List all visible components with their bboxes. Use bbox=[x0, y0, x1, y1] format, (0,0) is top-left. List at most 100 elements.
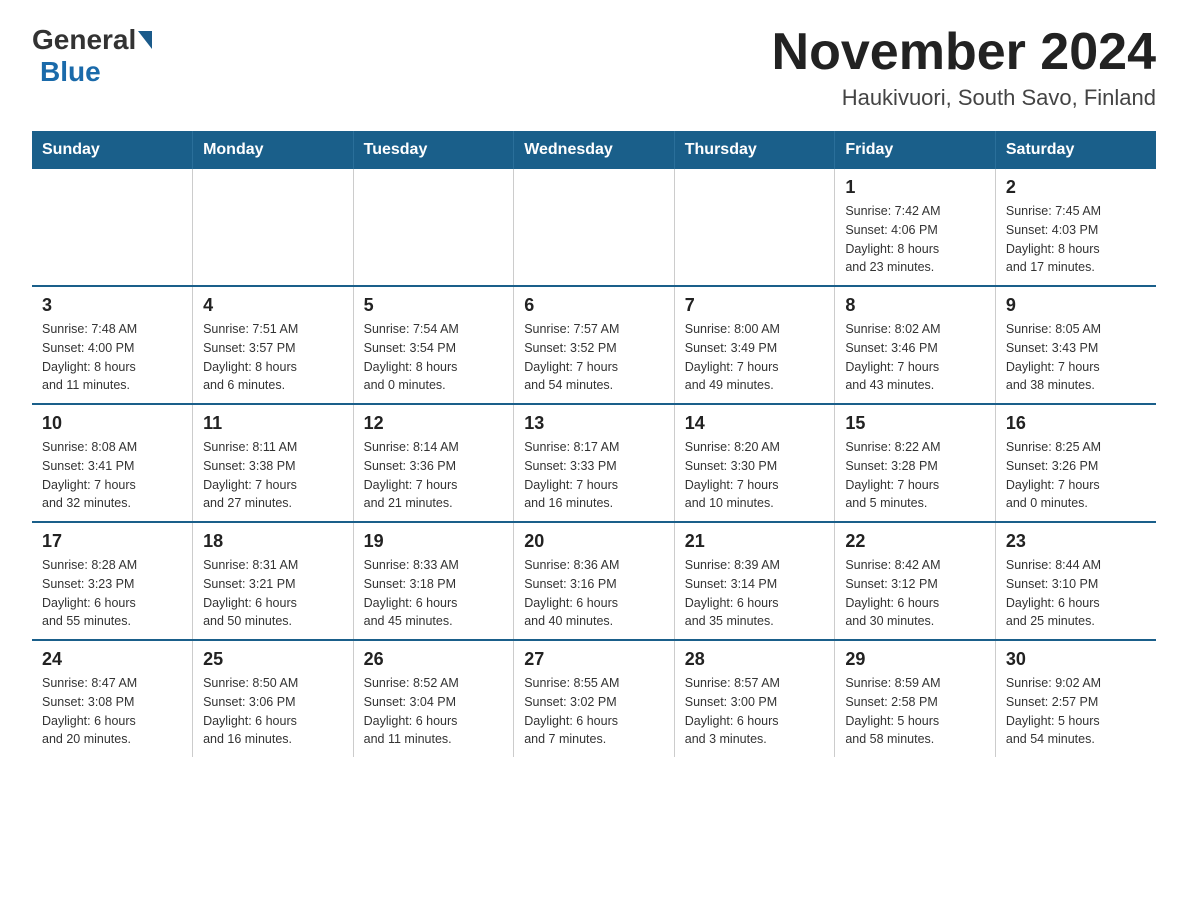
weekday-header-saturday: Saturday bbox=[995, 131, 1156, 169]
calendar-cell: 15 Sunrise: 8:22 AM Sunset: 3:28 PM Dayli… bbox=[835, 404, 996, 522]
calendar-cell: 13 Sunrise: 8:17 AM Sunset: 3:33 PM Dayli… bbox=[514, 404, 675, 522]
day-info: Sunrise: 8:11 AM Sunset: 3:38 PM Dayligh… bbox=[203, 438, 343, 513]
day-info: Sunrise: 8:22 AM Sunset: 3:28 PM Dayligh… bbox=[845, 438, 985, 513]
calendar-cell bbox=[32, 169, 193, 286]
calendar-table: SundayMondayTuesdayWednesdayThursdayFrid… bbox=[32, 131, 1156, 757]
week-row-3: 10 Sunrise: 8:08 AM Sunset: 3:41 PM Dayli… bbox=[32, 404, 1156, 522]
day-number: 25 bbox=[203, 649, 343, 670]
day-number: 9 bbox=[1006, 295, 1146, 316]
day-number: 14 bbox=[685, 413, 825, 434]
calendar-cell: 28 Sunrise: 8:57 AM Sunset: 3:00 PM Dayli… bbox=[674, 640, 835, 757]
day-info: Sunrise: 8:25 AM Sunset: 3:26 PM Dayligh… bbox=[1006, 438, 1146, 513]
title-area: November 2024 Haukivuori, South Savo, Fi… bbox=[772, 24, 1156, 111]
day-info: Sunrise: 7:45 AM Sunset: 4:03 PM Dayligh… bbox=[1006, 202, 1146, 277]
day-info: Sunrise: 8:42 AM Sunset: 3:12 PM Dayligh… bbox=[845, 556, 985, 631]
calendar-cell: 29Sunrise: 8:59 AM Sunset: 2:58 PM Dayli… bbox=[835, 640, 996, 757]
calendar-cell: 5 Sunrise: 7:54 AM Sunset: 3:54 PM Daylig… bbox=[353, 286, 514, 404]
calendar-cell: 10 Sunrise: 8:08 AM Sunset: 3:41 PM Dayli… bbox=[32, 404, 193, 522]
calendar-cell: 30 Sunrise: 9:02 AM Sunset: 2:57 PM Dayli… bbox=[995, 640, 1156, 757]
day-info: Sunrise: 8:33 AM Sunset: 3:18 PM Dayligh… bbox=[364, 556, 504, 631]
day-info: Sunrise: 8:36 AM Sunset: 3:16 PM Dayligh… bbox=[524, 556, 664, 631]
day-number: 11 bbox=[203, 413, 343, 434]
day-info: Sunrise: 8:05 AM Sunset: 3:43 PM Dayligh… bbox=[1006, 320, 1146, 395]
day-number: 21 bbox=[685, 531, 825, 552]
day-info: Sunrise: 9:02 AM Sunset: 2:57 PM Dayligh… bbox=[1006, 674, 1146, 749]
day-number: 13 bbox=[524, 413, 664, 434]
day-number: 1 bbox=[845, 177, 985, 198]
calendar-title: November 2024 bbox=[772, 24, 1156, 81]
week-row-4: 17 Sunrise: 8:28 AM Sunset: 3:23 PM Dayli… bbox=[32, 522, 1156, 640]
day-info: Sunrise: 8:00 AM Sunset: 3:49 PM Dayligh… bbox=[685, 320, 825, 395]
day-number: 28 bbox=[685, 649, 825, 670]
day-number: 15 bbox=[845, 413, 985, 434]
day-info: Sunrise: 8:20 AM Sunset: 3:30 PM Dayligh… bbox=[685, 438, 825, 513]
day-number: 7 bbox=[685, 295, 825, 316]
day-info: Sunrise: 8:57 AM Sunset: 3:00 PM Dayligh… bbox=[685, 674, 825, 749]
calendar-cell: 8Sunrise: 8:02 AM Sunset: 3:46 PM Daylig… bbox=[835, 286, 996, 404]
day-number: 23 bbox=[1006, 531, 1146, 552]
weekday-header-friday: Friday bbox=[835, 131, 996, 169]
calendar-cell: 4 Sunrise: 7:51 AM Sunset: 3:57 PM Daylig… bbox=[193, 286, 354, 404]
week-row-5: 24Sunrise: 8:47 AM Sunset: 3:08 PM Dayli… bbox=[32, 640, 1156, 757]
calendar-cell: 3 Sunrise: 7:48 AM Sunset: 4:00 PM Daylig… bbox=[32, 286, 193, 404]
day-info: Sunrise: 7:57 AM Sunset: 3:52 PM Dayligh… bbox=[524, 320, 664, 395]
day-info: Sunrise: 7:42 AM Sunset: 4:06 PM Dayligh… bbox=[845, 202, 985, 277]
day-number: 2 bbox=[1006, 177, 1146, 198]
weekday-header-sunday: Sunday bbox=[32, 131, 193, 169]
day-info: Sunrise: 7:54 AM Sunset: 3:54 PM Dayligh… bbox=[364, 320, 504, 395]
calendar-cell: 18 Sunrise: 8:31 AM Sunset: 3:21 PM Dayli… bbox=[193, 522, 354, 640]
calendar-cell: 19 Sunrise: 8:33 AM Sunset: 3:18 PM Dayli… bbox=[353, 522, 514, 640]
day-info: Sunrise: 8:44 AM Sunset: 3:10 PM Dayligh… bbox=[1006, 556, 1146, 631]
day-info: Sunrise: 8:08 AM Sunset: 3:41 PM Dayligh… bbox=[42, 438, 182, 513]
day-number: 5 bbox=[364, 295, 504, 316]
day-info: Sunrise: 8:59 AM Sunset: 2:58 PM Dayligh… bbox=[845, 674, 985, 749]
day-info: Sunrise: 8:50 AM Sunset: 3:06 PM Dayligh… bbox=[203, 674, 343, 749]
calendar-cell: 12 Sunrise: 8:14 AM Sunset: 3:36 PM Dayli… bbox=[353, 404, 514, 522]
calendar-cell: 25 Sunrise: 8:50 AM Sunset: 3:06 PM Dayli… bbox=[193, 640, 354, 757]
weekday-header-row: SundayMondayTuesdayWednesdayThursdayFrid… bbox=[32, 131, 1156, 169]
day-info: Sunrise: 8:28 AM Sunset: 3:23 PM Dayligh… bbox=[42, 556, 182, 631]
calendar-cell: 2 Sunrise: 7:45 AM Sunset: 4:03 PM Daylig… bbox=[995, 169, 1156, 286]
calendar-cell bbox=[514, 169, 675, 286]
calendar-cell: 14 Sunrise: 8:20 AM Sunset: 3:30 PM Dayli… bbox=[674, 404, 835, 522]
day-number: 27 bbox=[524, 649, 664, 670]
day-number: 12 bbox=[364, 413, 504, 434]
day-number: 16 bbox=[1006, 413, 1146, 434]
day-info: Sunrise: 8:14 AM Sunset: 3:36 PM Dayligh… bbox=[364, 438, 504, 513]
logo-general-text: General bbox=[32, 24, 136, 56]
day-info: Sunrise: 8:52 AM Sunset: 3:04 PM Dayligh… bbox=[364, 674, 504, 749]
day-info: Sunrise: 8:17 AM Sunset: 3:33 PM Dayligh… bbox=[524, 438, 664, 513]
day-info: Sunrise: 8:55 AM Sunset: 3:02 PM Dayligh… bbox=[524, 674, 664, 749]
calendar-cell: 16 Sunrise: 8:25 AM Sunset: 3:26 PM Dayli… bbox=[995, 404, 1156, 522]
day-number: 24 bbox=[42, 649, 182, 670]
day-number: 4 bbox=[203, 295, 343, 316]
calendar-cell bbox=[674, 169, 835, 286]
day-number: 20 bbox=[524, 531, 664, 552]
day-number: 22 bbox=[845, 531, 985, 552]
calendar-cell: 26 Sunrise: 8:52 AM Sunset: 3:04 PM Dayli… bbox=[353, 640, 514, 757]
day-info: Sunrise: 7:48 AM Sunset: 4:00 PM Dayligh… bbox=[42, 320, 182, 395]
calendar-cell bbox=[193, 169, 354, 286]
day-number: 18 bbox=[203, 531, 343, 552]
day-number: 17 bbox=[42, 531, 182, 552]
weekday-header-tuesday: Tuesday bbox=[353, 131, 514, 169]
day-number: 19 bbox=[364, 531, 504, 552]
day-number: 10 bbox=[42, 413, 182, 434]
calendar-cell: 7 Sunrise: 8:00 AM Sunset: 3:49 PM Daylig… bbox=[674, 286, 835, 404]
weekday-header-monday: Monday bbox=[193, 131, 354, 169]
day-number: 3 bbox=[42, 295, 182, 316]
calendar-cell: 21 Sunrise: 8:39 AM Sunset: 3:14 PM Dayli… bbox=[674, 522, 835, 640]
calendar-cell: 20 Sunrise: 8:36 AM Sunset: 3:16 PM Dayli… bbox=[514, 522, 675, 640]
calendar-cell: 23 Sunrise: 8:44 AM Sunset: 3:10 PM Dayli… bbox=[995, 522, 1156, 640]
day-number: 26 bbox=[364, 649, 504, 670]
calendar-cell: 17 Sunrise: 8:28 AM Sunset: 3:23 PM Dayli… bbox=[32, 522, 193, 640]
day-info: Sunrise: 8:39 AM Sunset: 3:14 PM Dayligh… bbox=[685, 556, 825, 631]
calendar-cell: 11 Sunrise: 8:11 AM Sunset: 3:38 PM Dayli… bbox=[193, 404, 354, 522]
calendar-cell: 9 Sunrise: 8:05 AM Sunset: 3:43 PM Daylig… bbox=[995, 286, 1156, 404]
day-number: 30 bbox=[1006, 649, 1146, 670]
day-info: Sunrise: 7:51 AM Sunset: 3:57 PM Dayligh… bbox=[203, 320, 343, 395]
logo-arrow-icon bbox=[138, 31, 152, 49]
day-number: 6 bbox=[524, 295, 664, 316]
calendar-cell: 1 Sunrise: 7:42 AM Sunset: 4:06 PM Daylig… bbox=[835, 169, 996, 286]
day-info: Sunrise: 8:31 AM Sunset: 3:21 PM Dayligh… bbox=[203, 556, 343, 631]
